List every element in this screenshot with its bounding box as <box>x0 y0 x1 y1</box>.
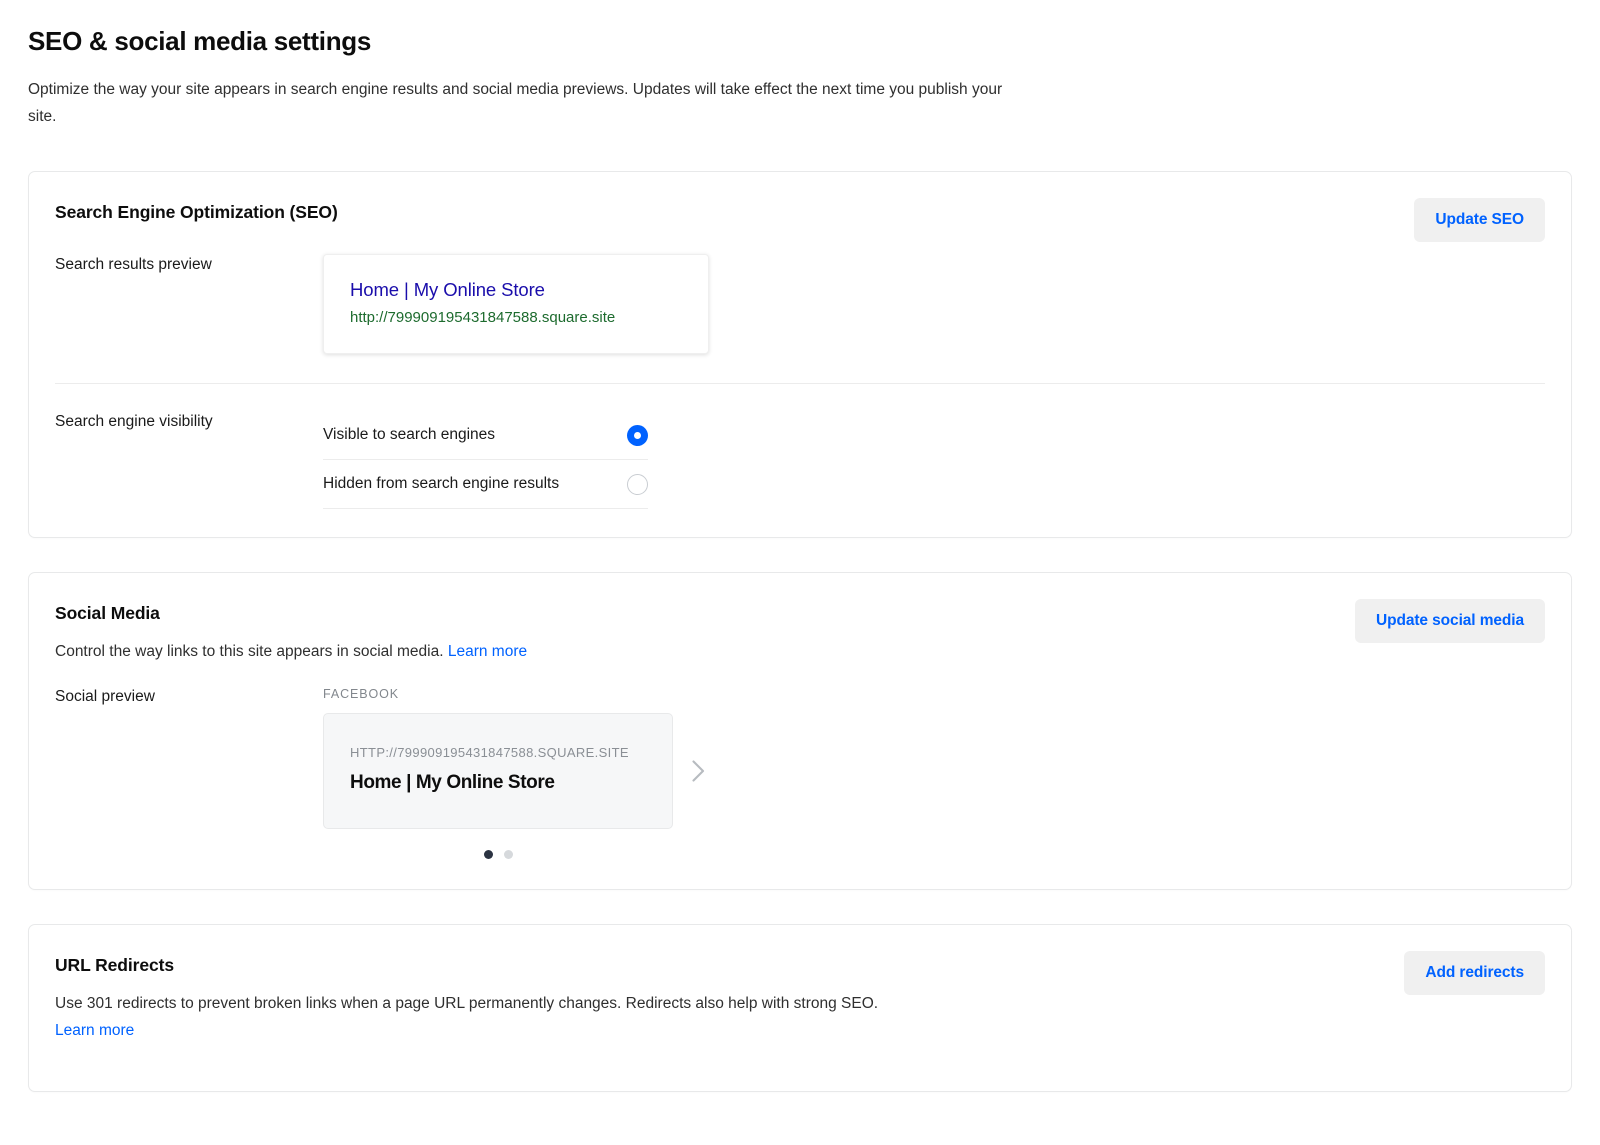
social-preview-row: Social preview FACEBOOK HTTP://799909195… <box>55 686 1545 859</box>
redirects-learn-more-link[interactable]: Learn more <box>55 1018 1545 1043</box>
search-results-preview-body: Home | My Online Store http://7999091954… <box>323 254 1545 354</box>
social-card-description: Control the way links to this site appea… <box>55 639 1545 664</box>
social-learn-more-link[interactable]: Learn more <box>448 643 527 660</box>
seo-card-divider <box>55 383 1545 384</box>
social-card-description-text: Control the way links to this site appea… <box>55 643 444 660</box>
carousel-dots <box>323 850 673 859</box>
page-title: SEO & social media settings <box>28 26 1572 57</box>
social-preview-carousel: HTTP://799909195431847588.SQUARE.SITE Ho… <box>323 713 1545 829</box>
add-redirects-button[interactable]: Add redirects <box>1404 951 1545 995</box>
redirects-card-description: Use 301 redirects to prevent broken link… <box>55 991 1545 1043</box>
search-results-preview-row: Search results preview Home | My Online … <box>55 254 1545 354</box>
social-media-card: Social Media Update social media Control… <box>28 572 1572 890</box>
search-engine-visibility-row: Search engine visibility Visible to sear… <box>55 411 1545 509</box>
chevron-right-icon[interactable] <box>681 754 715 788</box>
social-platform-kicker: FACEBOOK <box>323 686 1545 702</box>
update-social-media-button[interactable]: Update social media <box>1355 599 1545 643</box>
visibility-radio-group: Visible to search engines Hidden from se… <box>323 411 648 509</box>
search-preview-card: Home | My Online Store http://7999091954… <box>323 254 709 354</box>
url-redirects-card: URL Redirects Add redirects Use 301 redi… <box>28 924 1572 1092</box>
radio-option-hidden[interactable]: Hidden from search engine results <box>323 460 648 509</box>
radio-label-visible: Visible to search engines <box>323 424 495 446</box>
radio-unselected-icon[interactable] <box>627 474 648 495</box>
radio-selected-icon[interactable] <box>627 425 648 446</box>
social-preview-label: Social preview <box>55 686 323 708</box>
carousel-dot-1[interactable] <box>484 850 493 859</box>
update-seo-button[interactable]: Update SEO <box>1414 198 1545 242</box>
facebook-preview-url: HTTP://799909195431847588.SQUARE.SITE <box>350 744 646 762</box>
search-engine-visibility-label: Search engine visibility <box>55 411 323 433</box>
search-preview-title: Home | My Online Store <box>350 277 682 303</box>
search-results-preview-label: Search results preview <box>55 254 323 276</box>
page-subtitle: Optimize the way your site appears in se… <box>28 76 1018 130</box>
redirects-description-text: Use 301 redirects to prevent broken link… <box>55 995 878 1012</box>
redirects-card-title: URL Redirects <box>55 955 1545 976</box>
seo-settings-page: SEO & social media settings Optimize the… <box>0 0 1600 1145</box>
facebook-preview-card: HTTP://799909195431847588.SQUARE.SITE Ho… <box>323 713 673 829</box>
seo-card-title: Search Engine Optimization (SEO) <box>55 202 1545 223</box>
facebook-preview-title: Home | My Online Store <box>350 770 646 796</box>
social-preview-body: FACEBOOK HTTP://799909195431847588.SQUAR… <box>323 686 1545 859</box>
page-header: SEO & social media settings Optimize the… <box>0 0 1600 130</box>
carousel-dot-2[interactable] <box>504 850 513 859</box>
radio-label-hidden: Hidden from search engine results <box>323 473 559 495</box>
search-preview-url: http://799909195431847588.square.site <box>350 307 682 329</box>
social-card-title: Social Media <box>55 603 1545 624</box>
seo-card: Search Engine Optimization (SEO) Update … <box>28 171 1572 538</box>
radio-option-visible[interactable]: Visible to search engines <box>323 411 648 460</box>
search-engine-visibility-body: Visible to search engines Hidden from se… <box>323 411 1545 509</box>
